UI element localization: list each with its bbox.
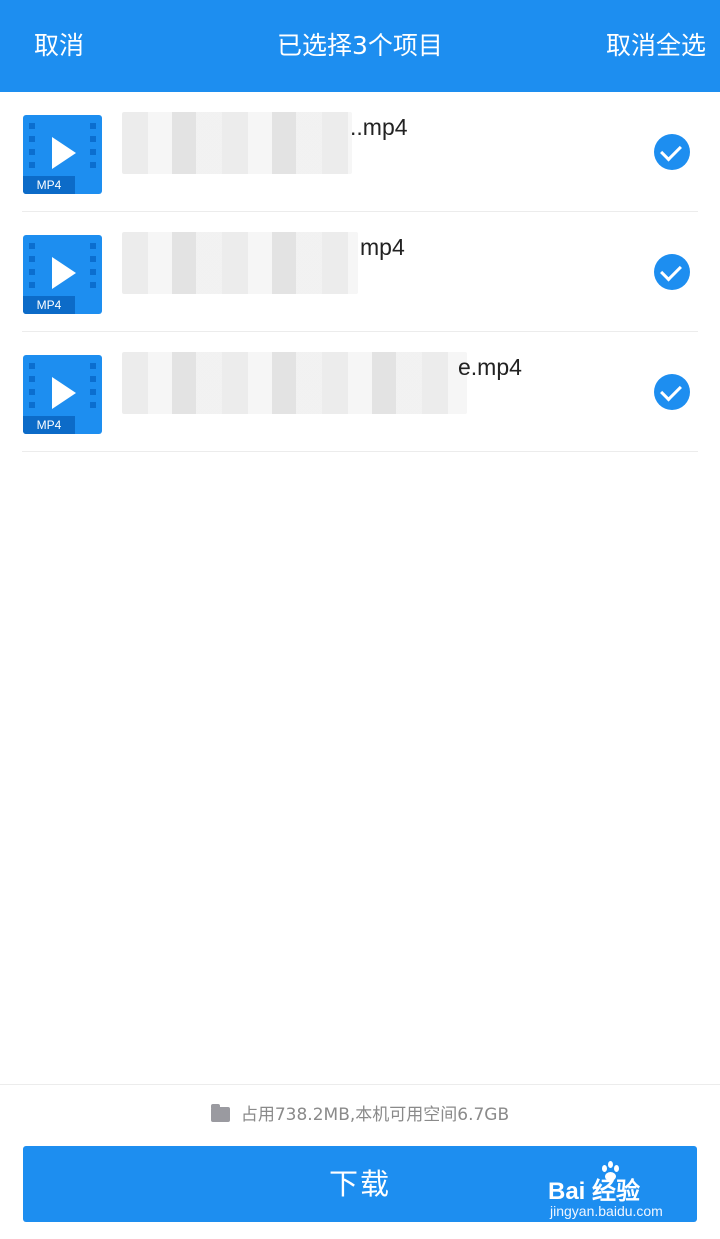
file-row[interactable]: MP4 ..mp4 [0, 92, 720, 212]
file-row[interactable]: MP4 mp4 [0, 212, 720, 332]
cancel-button[interactable]: 取消 [34, 0, 84, 92]
check-circle-icon[interactable] [654, 374, 690, 410]
watermark-brand: Bai 经验 [548, 1178, 641, 1205]
selection-title: 已选择3个项目 [277, 31, 443, 60]
video-file-icon: MP4 [23, 355, 102, 434]
video-file-icon: MP4 [23, 115, 102, 194]
deselect-all-button[interactable]: 取消全选 [606, 0, 706, 92]
file-type-tag: MP4 [23, 296, 75, 314]
row-divider [22, 451, 698, 452]
file-name: ..mp4 [350, 114, 408, 140]
storage-info: 占用738.2MB,本机可用空间6.7GB [0, 1100, 720, 1130]
file-row[interactable]: MP4 e.mp4 [0, 332, 720, 452]
check-circle-icon[interactable] [654, 254, 690, 290]
redacted-filename [122, 232, 358, 294]
folder-icon [210, 1104, 230, 1122]
redacted-filename [122, 352, 467, 414]
baidu-jingyan-watermark: Bai 经验 jingyan.baidu.com [548, 1161, 698, 1223]
redacted-filename [122, 112, 352, 174]
file-list: MP4 ..mp4 MP4 mp4 MP4 e.mp4 [0, 92, 720, 452]
check-circle-icon[interactable] [654, 134, 690, 170]
file-name: mp4 [360, 234, 405, 260]
watermark-site: jingyan.baidu.com [550, 1203, 663, 1219]
storage-text: 占用738.2MB,本机可用空间6.7GB [240, 1105, 510, 1125]
top-bar: 取消 已选择3个项目 取消全选 [0, 0, 720, 92]
footer-divider [0, 1084, 720, 1085]
file-type-tag: MP4 [23, 416, 75, 434]
video-file-icon: MP4 [23, 235, 102, 314]
file-type-tag: MP4 [23, 176, 75, 194]
file-name: e.mp4 [458, 354, 522, 380]
